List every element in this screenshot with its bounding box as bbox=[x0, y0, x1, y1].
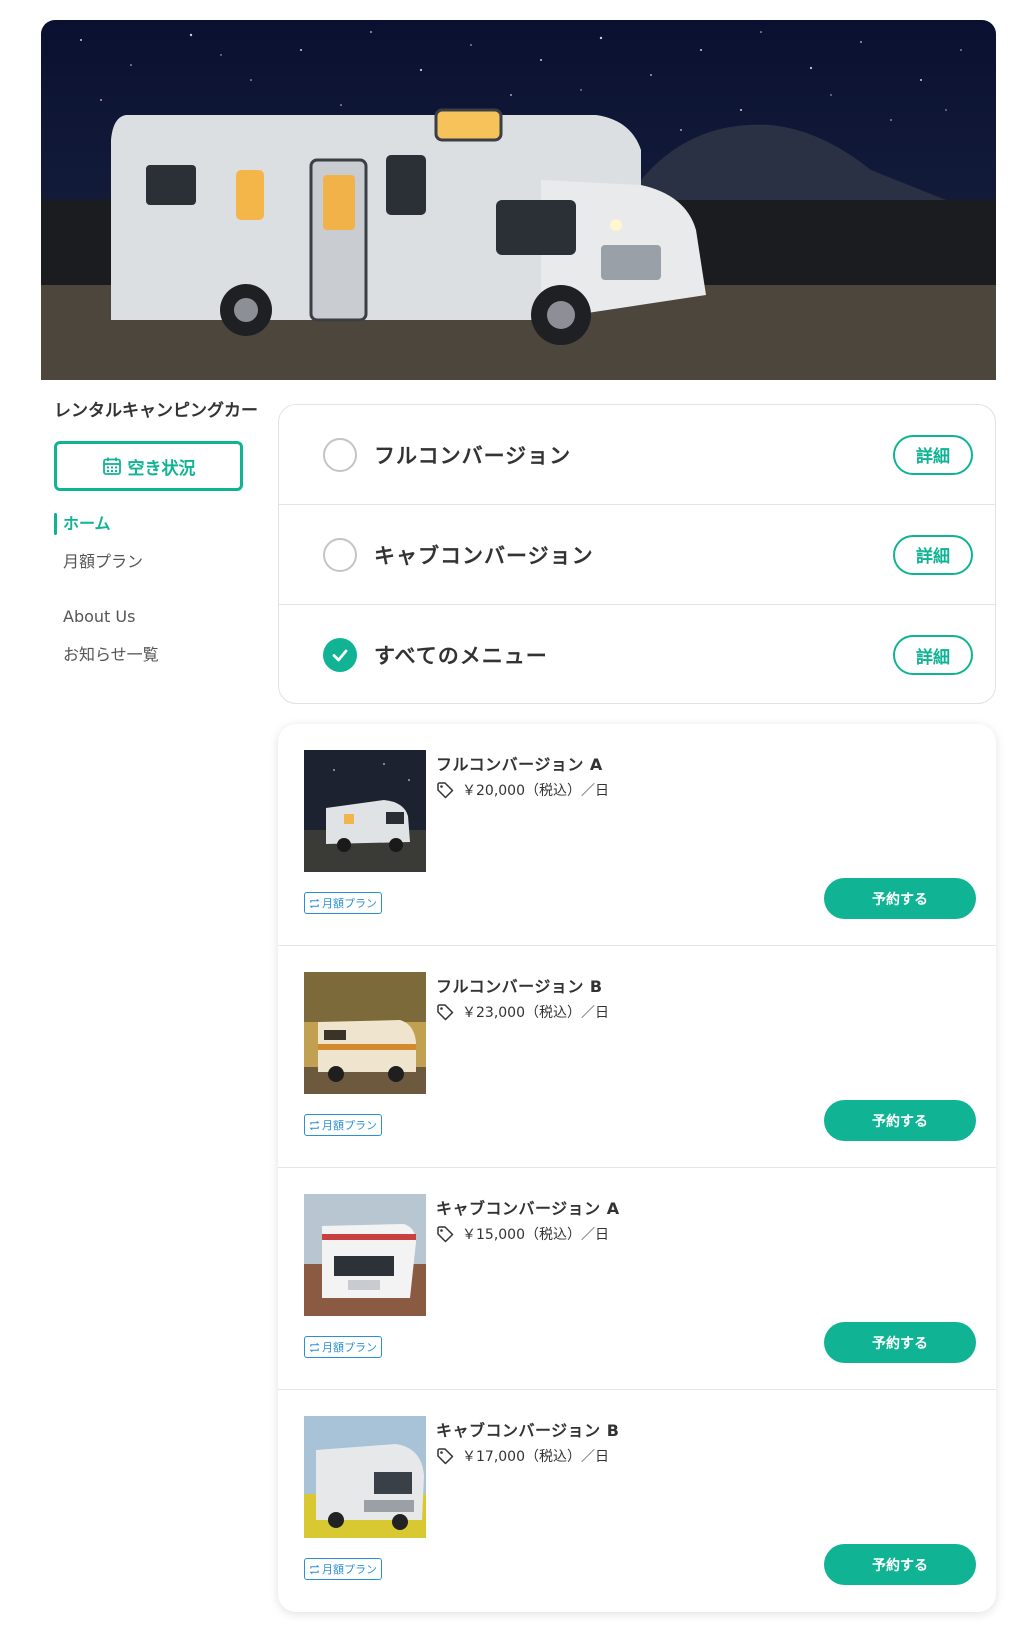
vehicle-thumbnail[interactable] bbox=[304, 750, 426, 872]
reserve-button[interactable]: 予約する bbox=[824, 1322, 976, 1363]
price-tag-icon bbox=[437, 1004, 454, 1021]
vehicle-thumbnail[interactable] bbox=[304, 972, 426, 1094]
monthly-plan-badge: 月額プラン bbox=[304, 892, 382, 914]
monthly-plan-badge: 月額プラン bbox=[304, 1114, 382, 1136]
vehicle-item: フルコンバージョン A ￥20,000（税込）／日 月額プラン 予約する bbox=[278, 724, 996, 946]
vehicle-thumbnail[interactable] bbox=[304, 1416, 426, 1538]
repeat-icon bbox=[309, 1564, 320, 1574]
nav-item-monthly-plan[interactable]: 月額プラン bbox=[54, 550, 254, 588]
vehicle-price: ￥15,000（税込）／日 bbox=[436, 1224, 609, 1244]
radio-checked-icon[interactable] bbox=[323, 638, 357, 672]
nav-item-news-list[interactable]: お知らせ一覧 bbox=[54, 643, 254, 681]
filter-option-full-conversion[interactable]: フルコンバージョン 詳細 bbox=[279, 405, 995, 505]
vehicle-price-text: ￥17,000（税込）／日 bbox=[462, 1449, 609, 1465]
vehicle-price-text: ￥23,000（税込）／日 bbox=[462, 1005, 609, 1021]
vehicle-price: ￥20,000（税込）／日 bbox=[436, 780, 609, 800]
site-brand[interactable]: レンタルキャンピングカー bbox=[54, 396, 258, 421]
hero-image bbox=[41, 20, 996, 380]
reserve-button[interactable]: 予約する bbox=[824, 1544, 976, 1585]
badge-label: 月額プラン bbox=[322, 897, 377, 910]
nav-item-home[interactable]: ホーム bbox=[54, 512, 254, 550]
vehicle-name[interactable]: キャブコンバージョン A bbox=[436, 1195, 620, 1219]
filter-option-label: キャブコンバージョン bbox=[374, 543, 594, 568]
radio-unchecked-icon[interactable] bbox=[323, 437, 357, 472]
detail-button[interactable]: 詳細 bbox=[893, 534, 973, 575]
calendar-icon bbox=[102, 457, 121, 475]
repeat-icon bbox=[309, 898, 320, 908]
nav-item-about-us[interactable]: About Us bbox=[54, 605, 254, 643]
badge-label: 月額プラン bbox=[322, 1119, 377, 1132]
night-sky-stars bbox=[41, 31, 996, 380]
vehicle-item: キャブコンバージョン B ￥17,000（税込）／日 月額プラン 予約する bbox=[278, 1390, 996, 1612]
vehicle-price: ￥17,000（税込）／日 bbox=[436, 1446, 609, 1466]
vehicle-name[interactable]: キャブコンバージョン B bbox=[436, 1417, 619, 1441]
reserve-button[interactable]: 予約する bbox=[824, 878, 976, 919]
vehicle-price-text: ￥15,000（税込）／日 bbox=[462, 1227, 609, 1243]
monthly-plan-badge: 月額プラン bbox=[304, 1336, 382, 1358]
vehicle-name[interactable]: フルコンバージョン A bbox=[436, 751, 603, 775]
price-tag-icon bbox=[437, 782, 454, 799]
vehicle-item: キャブコンバージョン A ￥15,000（税込）／日 月額プラン 予約する bbox=[278, 1168, 996, 1390]
detail-button[interactable]: 詳細 bbox=[893, 434, 973, 475]
availability-button-label: 空き状況 bbox=[127, 458, 196, 479]
filter-option-label: フルコンバージョン bbox=[374, 443, 572, 468]
category-filter: フルコンバージョン 詳細 キャブコンバージョン 詳細 すべてのメニュー 詳細 bbox=[278, 404, 996, 704]
radio-unchecked-icon[interactable] bbox=[323, 537, 357, 572]
sidebar-nav: ホーム 月額プラン About Us お知らせ一覧 bbox=[54, 512, 254, 681]
vehicle-price-text: ￥20,000（税込）／日 bbox=[462, 783, 609, 799]
price-tag-icon bbox=[437, 1226, 454, 1243]
filter-option-cab-conversion[interactable]: キャブコンバージョン 詳細 bbox=[279, 505, 995, 605]
repeat-icon bbox=[309, 1120, 320, 1130]
vehicle-thumbnail[interactable] bbox=[304, 1194, 426, 1316]
badge-label: 月額プラン bbox=[322, 1341, 377, 1354]
vehicle-name[interactable]: フルコンバージョン B bbox=[436, 973, 603, 997]
filter-option-label: すべてのメニュー bbox=[374, 644, 548, 668]
monthly-plan-badge: 月額プラン bbox=[304, 1558, 382, 1580]
vehicle-price: ￥23,000（税込）／日 bbox=[436, 1002, 609, 1022]
repeat-icon bbox=[309, 1342, 320, 1352]
badge-label: 月額プラン bbox=[322, 1563, 377, 1576]
availability-button[interactable]: 空き状況 bbox=[54, 441, 243, 491]
vehicle-list: フルコンバージョン A ￥20,000（税込）／日 月額プラン 予約する フルコ… bbox=[278, 724, 996, 1612]
filter-option-all-menus[interactable]: すべてのメニュー 詳細 bbox=[279, 605, 995, 703]
checkmark-icon bbox=[332, 649, 348, 662]
detail-button[interactable]: 詳細 bbox=[893, 635, 973, 675]
price-tag-icon bbox=[437, 1448, 454, 1465]
reserve-button[interactable]: 予約する bbox=[824, 1100, 976, 1141]
vehicle-item: フルコンバージョン B ￥23,000（税込）／日 月額プラン 予約する bbox=[278, 946, 996, 1168]
